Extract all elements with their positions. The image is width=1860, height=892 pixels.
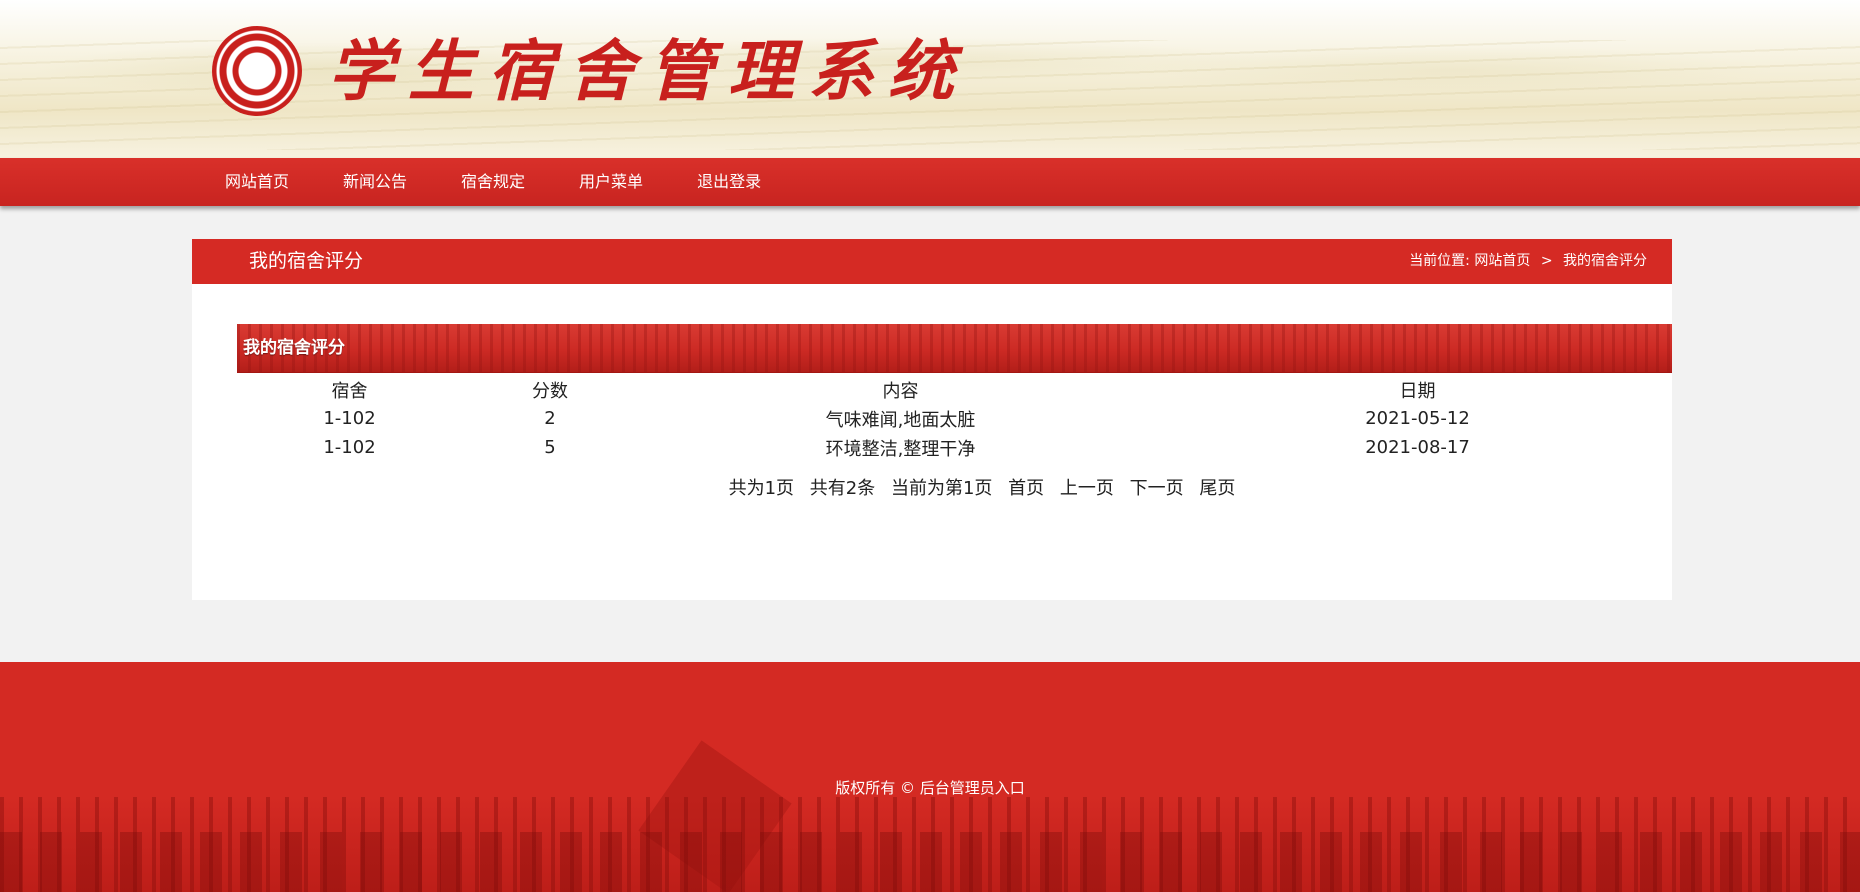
nav-item-logout[interactable]: 退出登录 — [670, 158, 788, 206]
pager-next-link[interactable]: 下一页 — [1130, 478, 1184, 499]
main-nav: 网站首页 新闻公告 宿舍规定 用户菜单 退出登录 — [0, 158, 1860, 206]
cell-dorm: 1-102 — [323, 437, 376, 458]
breadcrumb-home-link[interactable]: 网站首页 — [1474, 239, 1530, 284]
column-header-dorm: 宿舍 — [331, 380, 368, 402]
cell-date: 2021-05-12 — [1365, 408, 1470, 429]
column-header-date: 日期 — [1399, 380, 1436, 402]
pager-prev-link[interactable]: 上一页 — [1060, 478, 1114, 499]
column-header-content: 内容 — [882, 380, 919, 402]
school-logo-icon — [212, 26, 302, 116]
pager-total-items: 共有2条 — [809, 478, 876, 499]
pager-total-pages: 共为1页 — [728, 478, 795, 499]
cell-content: 气味难闻,地面太脏 — [825, 409, 976, 431]
nav-item-home[interactable]: 网站首页 — [198, 158, 316, 206]
scores-table: 宿舍 分数 内容 日期 1-102 2 气味难闻,地面太脏 2021-05-12… — [237, 375, 1672, 462]
pager-current-page: 当前为第1页 — [890, 478, 993, 499]
nav-item-user-menu[interactable]: 用户菜单 — [552, 158, 670, 206]
cell-date: 2021-08-17 — [1365, 437, 1470, 458]
cell-score: 5 — [544, 437, 556, 458]
breadcrumb-separator: > — [1540, 253, 1553, 269]
table-row: 1-102 2 气味难闻,地面太脏 2021-05-12 — [237, 404, 1672, 433]
pager-first-link[interactable]: 首页 — [1008, 478, 1044, 499]
nav-item-news[interactable]: 新闻公告 — [316, 158, 434, 206]
site-footer: 版权所有 © 后台管理员入口 — [0, 662, 1860, 892]
cell-content: 环境整洁,整理干净 — [825, 438, 976, 460]
nav-item-rules[interactable]: 宿舍规定 — [434, 158, 552, 206]
site-title: 学生宿舍管理系统 — [328, 32, 968, 110]
cell-score: 2 — [544, 408, 556, 429]
cell-dorm: 1-102 — [323, 408, 376, 429]
table-row: 1-102 5 环境整洁,整理干净 2021-08-17 — [237, 433, 1672, 462]
breadcrumb: 当前位置: 网站首页 > 我的宿舍评分 — [1409, 239, 1647, 284]
section-header-bar: 我的宿舍评分 — [237, 324, 1672, 373]
copyright-text: 版权所有 © — [835, 779, 915, 797]
site-header: 学生宿舍管理系统 — [0, 0, 1860, 158]
footer-copyright: 版权所有 © 后台管理员入口 — [0, 777, 1860, 798]
pagination: 共为1页 共有2条 当前为第1页 首页 上一页 下一页 尾页 — [192, 474, 1772, 500]
page-title: 我的宿舍评分 — [249, 250, 364, 272]
footer-background-buildings — [0, 832, 1860, 892]
breadcrumb-current: 我的宿舍评分 — [1563, 253, 1647, 269]
column-header-score: 分数 — [532, 380, 568, 402]
table-header-row: 宿舍 分数 内容 日期 — [237, 375, 1672, 404]
breadcrumb-prefix: 当前位置: — [1409, 253, 1470, 269]
section-title: 我的宿舍评分 — [243, 338, 345, 358]
panel-header: 我的宿舍评分 当前位置: 网站首页 > 我的宿舍评分 — [192, 239, 1672, 284]
content-panel: 我的宿舍评分 当前位置: 网站首页 > 我的宿舍评分 我的宿舍评分 宿舍 分数 … — [192, 239, 1672, 600]
pager-last-link[interactable]: 尾页 — [1199, 478, 1235, 499]
admin-login-link[interactable]: 后台管理员入口 — [920, 779, 1025, 797]
